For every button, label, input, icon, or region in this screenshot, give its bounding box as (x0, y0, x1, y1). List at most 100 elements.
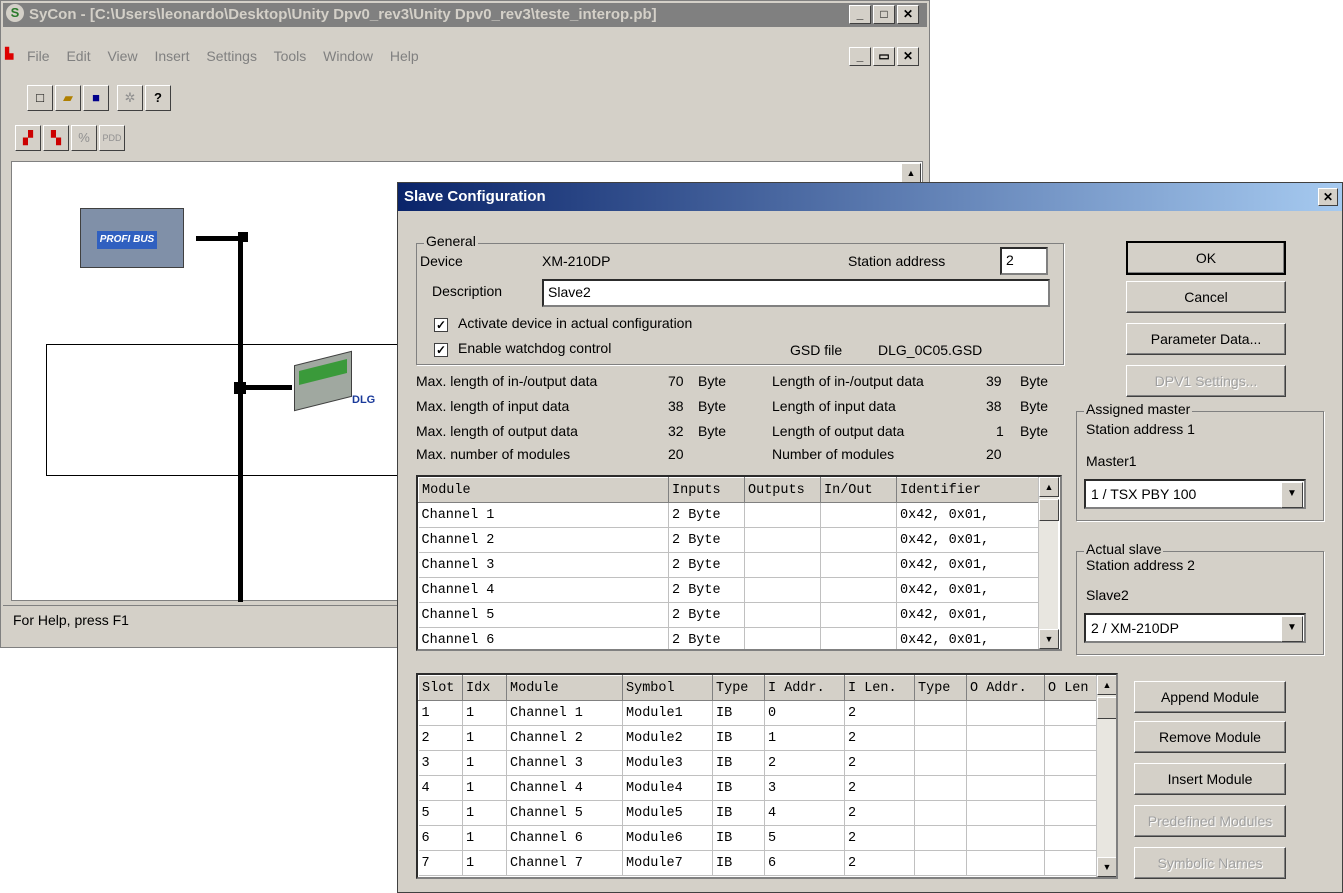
connect-icon[interactable]: % (71, 125, 97, 151)
symbolic-names-button[interactable]: Symbolic Names (1134, 847, 1286, 879)
slot-col-header[interactable]: Slot (418, 675, 463, 701)
module-list-scrollbar[interactable]: ▲ ▼ (1038, 477, 1059, 649)
o-addr-col-header[interactable]: O Addr. (966, 675, 1045, 701)
o-len-col-header[interactable]: O Len (1044, 675, 1099, 701)
o-addr-cell (966, 775, 1045, 801)
insert-slave-icon[interactable]: ▚ (43, 125, 69, 151)
type-col-header[interactable]: Type (712, 675, 765, 701)
open-folder-icon[interactable]: ▰ (55, 85, 81, 111)
doc-minimize-button[interactable]: _ (849, 47, 871, 66)
new-file-icon[interactable]: □ (27, 85, 53, 111)
menu-settings[interactable]: Settings (206, 48, 257, 64)
dpv1-settings-button[interactable]: DPV1 Settings... (1126, 365, 1286, 397)
slot-list-scrollbar[interactable]: ▲ ▼ (1096, 675, 1116, 877)
o-len-cell (1044, 850, 1099, 876)
parameter-data-button[interactable]: Parameter Data... (1126, 323, 1286, 355)
module-row[interactable]: Channel 62 Byte 0x42, 0x01, (418, 627, 1039, 649)
identifier-col-header[interactable]: Identifier (896, 477, 1039, 503)
o-type-cell (914, 850, 967, 876)
menu-window[interactable]: Window (323, 48, 373, 64)
menu-insert[interactable]: Insert (154, 48, 189, 64)
minimize-button[interactable]: _ (849, 5, 871, 24)
type-cell: IB (712, 725, 765, 751)
slave-terminal-strip (299, 359, 347, 385)
predefined-modules-button[interactable]: Predefined Modules (1134, 805, 1286, 837)
slot-scroll-down-button[interactable]: ▼ (1097, 857, 1116, 877)
slot-row[interactable]: 1 1 Channel 1 Module1 IB 0 2 (418, 700, 1099, 726)
master-device-image[interactable]: PROFI BUS (80, 208, 184, 268)
module-row[interactable]: Channel 52 Byte 0x42, 0x01, (418, 602, 1039, 628)
watchdog-checkbox[interactable]: ✓ (434, 343, 448, 357)
o-len-cell (1044, 750, 1099, 776)
slot-scroll-up-button[interactable]: ▲ (1097, 675, 1116, 695)
menu-edit[interactable]: Edit (66, 48, 90, 64)
append-module-button[interactable]: Append Module (1134, 681, 1286, 713)
slot-row[interactable]: 7 1 Channel 7 Module7 IB 6 2 (418, 850, 1099, 876)
scroll-thumb[interactable] (1039, 499, 1059, 521)
dialog-close-button[interactable]: ✕ (1318, 188, 1338, 206)
cancel-button[interactable]: Cancel (1126, 281, 1286, 313)
module-col-header[interactable]: Module (418, 477, 669, 503)
save-icon[interactable]: ■ (83, 85, 109, 111)
o-type-col-header[interactable]: Type (914, 675, 967, 701)
module-cell: Channel 4 (506, 775, 623, 801)
document-icon[interactable]: ▙ (5, 47, 23, 65)
slot-row[interactable]: 6 1 Channel 6 Module6 IB 5 2 (418, 825, 1099, 851)
inout-cell (820, 577, 897, 603)
scroll-up-button[interactable]: ▲ (1039, 477, 1059, 497)
menu-view[interactable]: View (107, 48, 137, 64)
module-list[interactable]: Module Inputs Outputs In/Out Identifier … (416, 475, 1062, 651)
doc-restore-button[interactable]: ▭ (873, 47, 895, 66)
slot-list[interactable]: Slot Idx Module Symbol Type I Addr. I Le… (416, 673, 1118, 879)
module-row[interactable]: Channel 22 Byte 0x42, 0x01, (418, 527, 1039, 553)
scroll-down-button[interactable]: ▼ (1039, 629, 1059, 649)
ok-button[interactable]: OK (1126, 241, 1286, 275)
station-address-label: Station address (848, 253, 946, 269)
doc-close-button[interactable]: ✕ (897, 47, 919, 66)
module-row[interactable]: Channel 32 Byte 0x42, 0x01, (418, 552, 1039, 578)
slave-select[interactable]: 2 / XM-210DP ▼ (1084, 613, 1306, 643)
slot-row[interactable]: 4 1 Channel 4 Module4 IB 3 2 (418, 775, 1099, 801)
module-row[interactable]: Channel 12 Byte 0x42, 0x01, (418, 502, 1039, 528)
menu-tools[interactable]: Tools (274, 48, 307, 64)
help-icon[interactable]: ? (145, 85, 171, 111)
slave-dropdown-icon[interactable]: ▼ (1281, 616, 1303, 642)
menu-file[interactable]: File (27, 48, 50, 64)
dialog-title-bar[interactable]: Slave Configuration (398, 183, 1342, 211)
context-help-icon[interactable]: ✲ (117, 85, 143, 111)
slot-row[interactable]: 5 1 Channel 5 Module5 IB 4 2 (418, 800, 1099, 826)
insert-module-button[interactable]: Insert Module (1134, 763, 1286, 795)
slot-module-col-header[interactable]: Module (506, 675, 623, 701)
i-len-col-header[interactable]: I Len. (844, 675, 915, 701)
master-select[interactable]: 1 / TSX PBY 100 ▼ (1084, 479, 1306, 509)
identifier-cell: 0x42, 0x01, (896, 602, 1039, 628)
insert-master-icon[interactable]: ▞ (15, 125, 41, 151)
remove-module-button[interactable]: Remove Module (1134, 721, 1286, 753)
gsd-file-label: GSD file (790, 342, 843, 358)
slot-scroll-thumb[interactable] (1097, 697, 1116, 719)
maximize-button[interactable]: □ (873, 5, 895, 24)
idx-col-header[interactable]: Idx (462, 675, 507, 701)
canvas-scroll-up-button[interactable]: ▲ (901, 163, 921, 183)
sycon-app-icon[interactable]: S (6, 4, 24, 22)
inputs-col-header[interactable]: Inputs (668, 477, 745, 503)
i-addr-col-header[interactable]: I Addr. (764, 675, 845, 701)
inout-col-header[interactable]: In/Out (820, 477, 897, 503)
out-length-value: 1 (996, 423, 1004, 439)
close-button[interactable]: ✕ (897, 5, 919, 24)
description-field[interactable]: Slave2 (542, 279, 1050, 307)
slot-row[interactable]: 3 1 Channel 3 Module3 IB 2 2 (418, 750, 1099, 776)
pdd-button[interactable]: PDD (99, 125, 125, 151)
outputs-col-header[interactable]: Outputs (744, 477, 821, 503)
menu-help[interactable]: Help (390, 48, 419, 64)
inout-cell (820, 627, 897, 649)
o-addr-cell (966, 850, 1045, 876)
master-dropdown-icon[interactable]: ▼ (1281, 482, 1303, 508)
idx-cell: 1 (462, 750, 507, 776)
main-title-bar[interactable]: SyCon - [C:\Users\leonardo\Desktop\Unity… (3, 3, 927, 27)
activate-device-checkbox[interactable]: ✓ (434, 318, 448, 332)
symbol-col-header[interactable]: Symbol (622, 675, 713, 701)
module-row[interactable]: Channel 42 Byte 0x42, 0x01, (418, 577, 1039, 603)
station-address-field[interactable]: 2 (1000, 247, 1048, 275)
slot-row[interactable]: 2 1 Channel 2 Module2 IB 1 2 (418, 725, 1099, 751)
